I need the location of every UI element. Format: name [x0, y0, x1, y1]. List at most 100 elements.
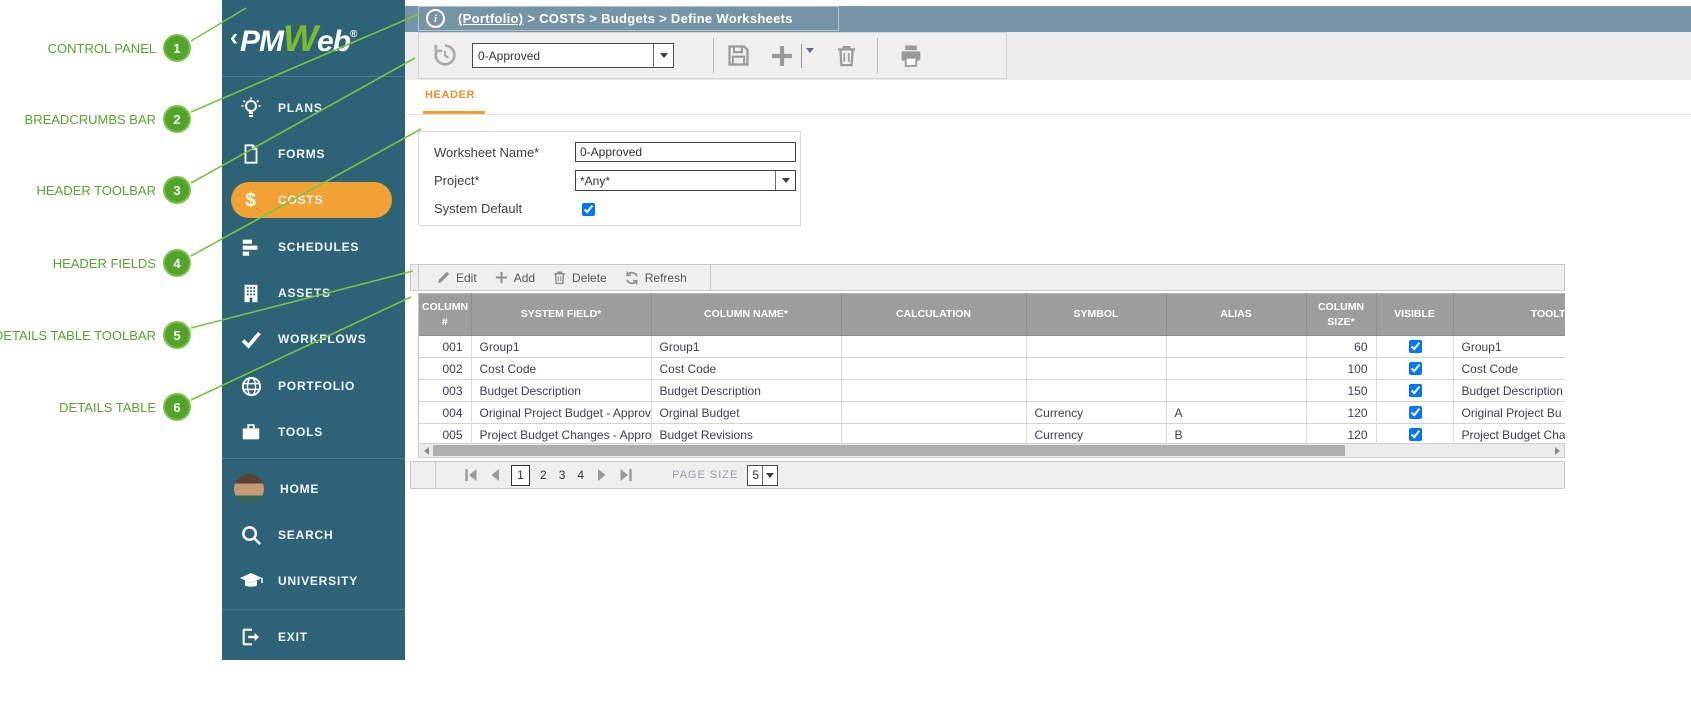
sidebar-item-exit[interactable]: EXIT: [222, 614, 405, 660]
col-header-column-name[interactable]: COLUMN NAME*: [651, 294, 841, 336]
visible-checkbox[interactable]: [1409, 428, 1422, 441]
pagination-bar: 1 2 3 4 PAGE SIZE 5: [410, 461, 1565, 489]
registered-mark: ®: [350, 29, 356, 40]
visible-checkbox[interactable]: [1409, 362, 1422, 375]
annotation-label: CONTROL PANEL: [48, 41, 156, 56]
col-header-column-number[interactable]: COLUMN #: [419, 294, 471, 336]
cell-alias: A: [1166, 402, 1306, 424]
visible-checkbox[interactable]: [1409, 406, 1422, 419]
sidebar-item-university[interactable]: UNIVERSITY: [222, 558, 405, 604]
add-options-caret-icon[interactable]: [806, 53, 814, 71]
scrollbar-thumb[interactable]: [433, 445, 1345, 456]
project-select[interactable]: *Any*: [575, 170, 796, 191]
sidebar-divider: [222, 76, 405, 77]
collapse-sidebar-icon[interactable]: ‹: [230, 26, 238, 50]
sidebar-item-assets[interactable]: ASSETS: [222, 270, 405, 316]
cell-column-name: Cost Code: [651, 358, 841, 380]
cell-symbol: [1026, 358, 1166, 380]
pmweb-app: CONTROL PANEL 1 BREADCRUMBS BAR 2 HEADER…: [0, 0, 1691, 715]
visible-checkbox[interactable]: [1409, 340, 1422, 353]
globe-icon: [238, 373, 264, 399]
col-header-column-size[interactable]: COLUMN SIZE*: [1306, 294, 1376, 336]
delete-button[interactable]: Delete: [552, 270, 607, 285]
document-icon: [238, 141, 264, 167]
sidebar-item-costs[interactable]: $ COSTS: [222, 177, 405, 223]
details-toolbar-buttons: Edit Add Delete Refresh: [418, 264, 711, 291]
table-row[interactable]: 003 Budget Description Budget Descriptio…: [419, 380, 1565, 402]
cell-column-size: 100: [1306, 358, 1376, 380]
sidebar-item-plans[interactable]: PLANS: [222, 85, 405, 131]
worksheet-name-input[interactable]: [575, 142, 796, 162]
cell-system-field: Cost Code: [471, 358, 651, 380]
active-tab-underline: [423, 111, 485, 114]
last-page-icon[interactable]: [619, 468, 633, 482]
visible-checkbox[interactable]: [1409, 384, 1422, 397]
info-icon[interactable]: i: [426, 9, 445, 28]
cell-column-number: 001: [419, 336, 471, 358]
sidebar-item-forms[interactable]: FORMS: [222, 131, 405, 177]
cell-visible: [1376, 358, 1453, 380]
record-select[interactable]: 0-Approved: [472, 43, 674, 68]
tab-header[interactable]: HEADER: [425, 89, 475, 101]
col-header-alias[interactable]: ALIAS: [1166, 294, 1306, 336]
cell-column-size: 150: [1306, 380, 1376, 402]
page-size-select[interactable]: 5: [747, 465, 778, 486]
cell-tooltip: Group1: [1453, 336, 1565, 358]
col-header-system-field[interactable]: SYSTEM FIELD*: [471, 294, 651, 336]
sidebar-item-home[interactable]: HOME: [222, 466, 405, 512]
annotation-header-fields: HEADER FIELDS 4: [0, 250, 191, 276]
edit-button[interactable]: Edit: [436, 270, 477, 285]
sidebar-item-tools[interactable]: TOOLS: [222, 409, 405, 455]
delete-icon[interactable]: [833, 42, 860, 74]
cell-column-number: 002: [419, 358, 471, 380]
col-header-calculation[interactable]: CALCULATION: [841, 294, 1026, 336]
prev-page-icon[interactable]: [488, 468, 502, 482]
refresh-button[interactable]: Refresh: [624, 270, 687, 286]
cell-symbol: [1026, 336, 1166, 358]
history-icon[interactable]: [431, 41, 459, 74]
table-row[interactable]: 001 Group1 Group1 60 Group1: [419, 336, 1565, 358]
chevron-down-icon[interactable]: [653, 44, 673, 67]
svg-text:$: $: [245, 190, 256, 211]
next-page-icon[interactable]: [595, 468, 609, 482]
cell-column-size: 120: [1306, 402, 1376, 424]
page-button[interactable]: 2: [540, 468, 547, 482]
sidebar-item-portfolio[interactable]: PORTFOLIO: [222, 363, 405, 409]
first-page-icon[interactable]: [464, 468, 478, 482]
col-header-tooltip[interactable]: TOOLTIP: [1453, 294, 1565, 336]
page-button[interactable]: 3: [559, 468, 566, 482]
annotation-details-table: DETAILS TABLE 6: [0, 394, 191, 420]
briefcase-icon: [238, 419, 264, 445]
sidebar-item-search[interactable]: SEARCH: [222, 512, 405, 558]
annotation-number-badge: 5: [163, 321, 191, 349]
breadcrumb-portfolio-link[interactable]: (Portfolio): [458, 11, 523, 26]
horizontal-scrollbar[interactable]: [418, 443, 1565, 458]
add-record-icon[interactable]: [767, 41, 797, 76]
scroll-left-arrow-icon[interactable]: [419, 444, 433, 457]
sidebar-control-panel: ‹ PMWeb® PLANS FORMS $ COSTS SCHEDULES: [222, 0, 405, 660]
scroll-right-arrow-icon[interactable]: [1550, 444, 1564, 457]
page-button-current[interactable]: 1: [511, 465, 530, 486]
col-header-visible[interactable]: VISIBLE: [1376, 294, 1453, 336]
record-select-value: 0-Approved: [473, 49, 653, 63]
cell-calculation: [841, 402, 1026, 424]
col-header-symbol[interactable]: SYMBOL: [1026, 294, 1166, 336]
annotation-header-toolbar: HEADER TOOLBAR 3: [0, 177, 191, 203]
add-button[interactable]: Add: [494, 270, 535, 285]
table-row[interactable]: 002 Cost Code Cost Code 100 Cost Code: [419, 358, 1565, 380]
cell-visible: [1376, 336, 1453, 358]
cell-visible: [1376, 402, 1453, 424]
sidebar-logo[interactable]: ‹ PMWeb®: [222, 0, 405, 76]
sidebar-item-workflows[interactable]: WORKFLOWS: [222, 316, 405, 362]
print-icon[interactable]: [897, 42, 925, 75]
save-icon[interactable]: [725, 42, 752, 74]
system-default-checkbox[interactable]: [582, 203, 595, 216]
cell-column-name: Orginal Budget: [651, 402, 841, 424]
header-fields-panel: Worksheet Name* Project* *Any* System De…: [418, 131, 801, 226]
chevron-down-icon[interactable]: [762, 466, 777, 485]
page-button[interactable]: 4: [577, 468, 584, 482]
table-row[interactable]: 004 Original Project Budget - Approve Or…: [419, 402, 1565, 424]
dollar-icon: $: [238, 187, 264, 213]
sidebar-item-schedules[interactable]: SCHEDULES: [222, 224, 405, 270]
chevron-down-icon[interactable]: [775, 171, 795, 190]
